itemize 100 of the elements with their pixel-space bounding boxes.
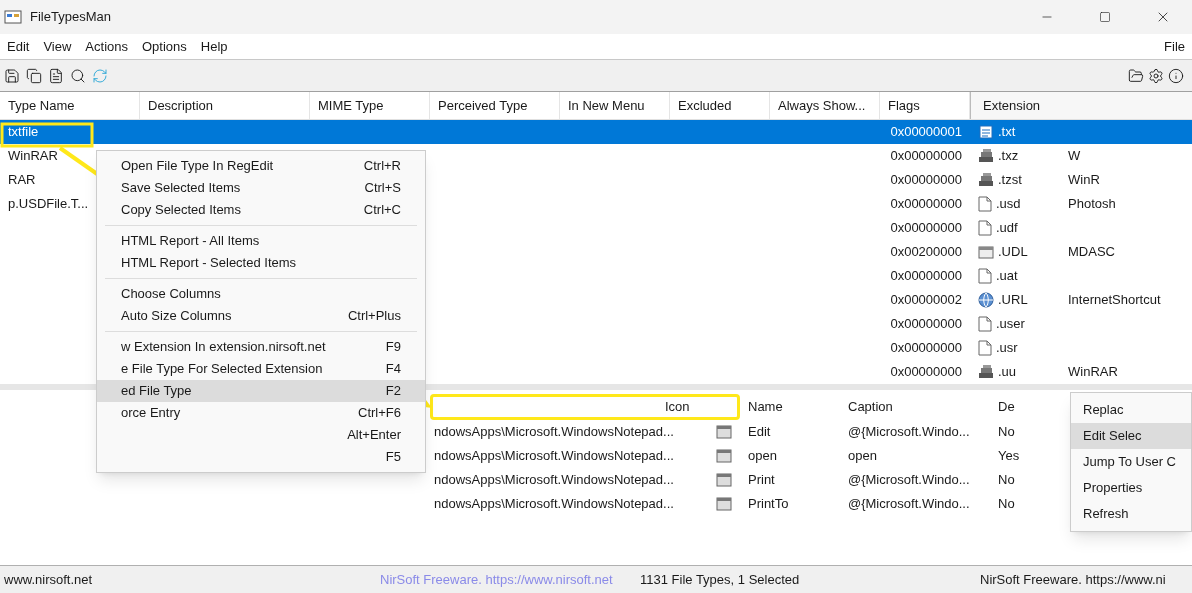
shortcut-text: F4 [385, 360, 401, 379]
column-header[interactable]: Always Show... [770, 92, 880, 119]
table-cell: txtfile [8, 124, 39, 140]
column-header[interactable]: Description [140, 92, 310, 119]
table-cell: W [1068, 148, 1081, 164]
menu-item[interactable]: Refresh [1071, 501, 1191, 527]
search-icon[interactable] [70, 67, 86, 84]
table-cell-text: .user [996, 315, 1025, 334]
menu-item[interactable]: w Extension In extension.nirsoft.net F9 [97, 336, 425, 358]
shortcut-text: Alt+Enter [347, 426, 401, 445]
table-cell: No [998, 424, 1015, 440]
table-cell: RAR [8, 172, 36, 188]
table-cell-text: .udf [996, 219, 1018, 238]
menu-item[interactable]: Help [193, 34, 235, 59]
table-cell: Edit [748, 424, 771, 440]
table-cell: 0x00000000 [890, 172, 962, 188]
menu-item[interactable]: F5 [97, 446, 425, 468]
table-cell: PrintTo [748, 496, 789, 512]
menu-item[interactable]: File [1157, 34, 1192, 59]
folder-icon[interactable] [1128, 67, 1144, 84]
shortcut-text: Ctrl+F6 [358, 404, 401, 423]
table-cell: 0x00000002 [890, 292, 962, 308]
table-cell: No [998, 496, 1015, 512]
app-icon [4, 9, 22, 25]
table-cell: @{Microsoft.Windo... [848, 472, 970, 488]
menu-label: Choose Columns [121, 285, 221, 304]
stacked-books-icon [978, 172, 994, 188]
table-cell: ndowsApps\Microsoft.WindowsNotepad... [434, 472, 674, 488]
table-cell: ndowsApps\Microsoft.WindowsNotepad... [434, 496, 674, 512]
menu-label: e File Type For Selected Extension [121, 360, 323, 379]
column-header[interactable]: In New Menu [560, 92, 670, 119]
status-text: 1131 File Types, 1 Selected [640, 570, 801, 589]
table-cell: Yes [998, 448, 1020, 464]
menu-item[interactable]: ed File Type F2 [97, 380, 425, 402]
table-cell: @{Microsoft.Windo... [848, 496, 970, 512]
settings-icon[interactable] [1148, 67, 1164, 84]
table-cell-text: .uat [996, 267, 1018, 286]
column-header[interactable]: Perceived Type [430, 92, 560, 119]
globe-icon [978, 292, 994, 308]
menu-item[interactable]: Actions [78, 34, 135, 59]
table-cell: ndowsApps\Microsoft.WindowsNotepad... [434, 424, 674, 440]
menu-item[interactable]: View [36, 34, 79, 59]
list-row[interactable]: txtfile 0x00000001 .txt [0, 120, 1192, 144]
menu-item[interactable]: Properties [1071, 475, 1191, 501]
notepad-icon [978, 124, 994, 140]
column-header[interactable]: Name [740, 394, 840, 420]
table-cell: 0x00000000 [890, 316, 962, 332]
shortcut-text: F5 [385, 448, 401, 467]
table-cell: 0x00200000 [890, 244, 962, 260]
menu-item[interactable]: Replac [1071, 397, 1191, 423]
menu-item[interactable]: e File Type For Selected Extension F4 [97, 358, 425, 380]
menu-item[interactable]: Alt+Enter [97, 424, 425, 446]
menu-item[interactable]: Edit Selec [1071, 423, 1191, 449]
table-cell: 0x00000000 [890, 364, 962, 380]
copy-icon[interactable] [26, 67, 42, 84]
table-cell: 0x00000000 [890, 268, 962, 284]
table-cell-text: .txz [998, 147, 1019, 166]
column-header[interactable]: Icon [657, 397, 737, 417]
menu-label: orce Entry [121, 404, 181, 423]
shortcut-text: F9 [385, 338, 401, 357]
column-header[interactable]: Caption [840, 394, 990, 420]
table-cell-text: .uu [998, 363, 1017, 382]
table-cell-text: .UDL [998, 243, 1028, 262]
maximize-icon [1099, 11, 1111, 23]
menu-item[interactable]: Edit [0, 34, 37, 59]
window-icon [716, 473, 732, 487]
info-icon[interactable] [1168, 67, 1184, 84]
column-header[interactable]: Type Name [0, 92, 140, 119]
table-cell: WinR [1068, 172, 1100, 188]
blank-file-icon [978, 316, 992, 332]
save-icon[interactable] [4, 67, 20, 84]
document-icon[interactable] [48, 67, 64, 84]
table-cell: 0x00000001 [890, 124, 962, 140]
blank-file-icon [978, 340, 992, 356]
window-icon [716, 497, 732, 511]
status-text: NirSoft Freeware. https://www.ni [980, 570, 1167, 589]
column-header[interactable]: Excluded [670, 92, 770, 119]
table-cell: p.USDFile.T... [8, 196, 89, 212]
menu-item[interactable]: Jump To User C [1071, 449, 1191, 475]
shortcut-text: F2 [385, 382, 401, 401]
column-header[interactable]: De [990, 394, 1040, 420]
table-cell: 0x00000000 [890, 220, 962, 236]
table-cell: 0x00000000 [890, 148, 962, 164]
table-cell: InternetShortcut [1068, 292, 1161, 308]
table-cell: Print [748, 472, 775, 488]
blank-file-icon [978, 268, 992, 284]
table-cell: open [848, 448, 877, 464]
column-header[interactable]: Extension [970, 92, 1192, 119]
stacked-books-icon [978, 148, 994, 164]
menu-item[interactable]: orce Entry Ctrl+F6 [97, 402, 425, 424]
table-cell-text: .usr [996, 339, 1018, 358]
table-cell: ndowsApps\Microsoft.WindowsNotepad... [434, 448, 674, 464]
blank-file-icon [978, 220, 992, 236]
menu-label: ed File Type [121, 382, 192, 401]
table-cell: 0x00000000 [890, 196, 962, 212]
menu-item[interactable]: Options [135, 34, 194, 59]
column-header[interactable]: MIME Type [310, 92, 430, 119]
table-cell: WinRAR [8, 148, 58, 164]
window-title: FileTypesMan [30, 8, 111, 27]
window-icon [978, 244, 994, 260]
